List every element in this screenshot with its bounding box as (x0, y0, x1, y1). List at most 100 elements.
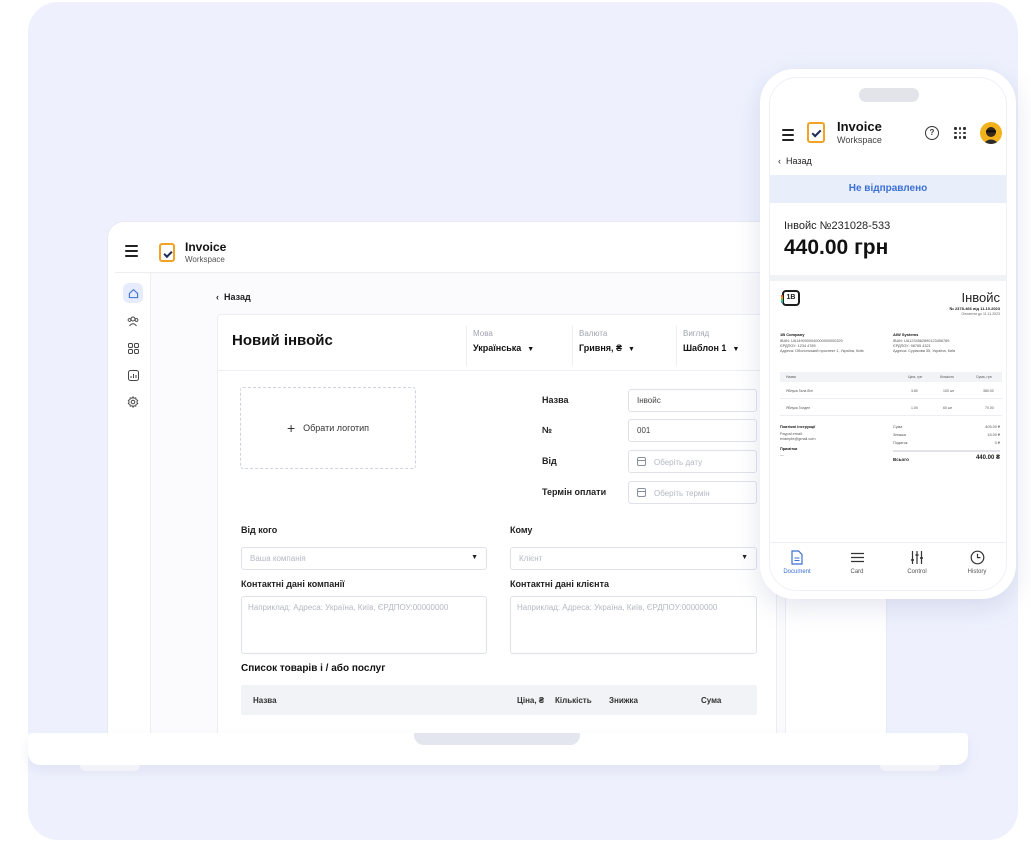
list-icon (832, 549, 882, 565)
summary-label: Знижка (893, 433, 906, 437)
users-icon[interactable] (123, 311, 143, 331)
bottom-tab-bar: Document Card Control History (770, 542, 1006, 590)
column-header: Сума (701, 696, 722, 705)
preview-due: Оплатити до 11.11.2023 (961, 312, 1000, 316)
back-link[interactable]: ‹ Назад (216, 292, 251, 302)
tab-card[interactable]: Card (832, 549, 882, 575)
brand-subtitle: Workspace (185, 255, 225, 264)
invoice-amount: 440.00 грн (784, 236, 889, 259)
client-contacts-textarea[interactable]: Наприклад: Адреса: Україна, Київ, ЄРДПОУ… (510, 596, 757, 654)
from-line: Адреса: Оболонський проспект 1, Україна,… (780, 349, 864, 353)
phone-frame: Invoice Workspace ? ‹ Назад Не відправле… (760, 69, 1016, 599)
apps-grid-icon[interactable] (954, 127, 966, 139)
preview-number: № 2378-466 від 11.10.2023 (949, 306, 1000, 311)
total-value: 440.00 ₴ (975, 455, 1000, 461)
document-icon (772, 549, 822, 565)
brand-title: Invoice (185, 240, 227, 254)
to-company: AIW Systems (893, 332, 919, 337)
back-link[interactable]: ‹ Назад (778, 156, 812, 166)
notes-value: — (780, 453, 784, 457)
currency-select[interactable]: Валюта Гривня, ₴ ▼ (572, 326, 672, 366)
laptop-foot (880, 765, 940, 771)
brand-subtitle: Workspace (837, 135, 882, 145)
page-title: Новий інвойс (232, 332, 333, 349)
laptop-camera-notch (465, 229, 543, 242)
due-label: Термін оплати (542, 487, 607, 497)
from-label: Від кого (241, 525, 278, 535)
calendar-icon (637, 488, 646, 497)
items-title: Список товарів і / або послуг (241, 663, 386, 674)
company-logo: 1B (781, 290, 800, 306)
invoice-logo-icon (807, 122, 825, 143)
settings-icon[interactable] (123, 392, 143, 412)
clock-icon (952, 549, 1002, 565)
invoice-logo-icon (159, 243, 175, 262)
sliders-icon (892, 549, 942, 565)
chevron-down-icon: ▼ (628, 346, 635, 353)
summary-label: Податок (893, 441, 908, 445)
home-icon[interactable] (123, 283, 143, 303)
language-select[interactable]: Мова Українська ▼ (466, 326, 568, 366)
menu-icon[interactable] (125, 245, 138, 260)
client-select[interactable]: Клієнт ▼ (510, 547, 757, 570)
payment-title: Платіжні інструкції (780, 425, 816, 429)
logo-upload-area[interactable]: + Обрати логотип (240, 387, 416, 469)
form-header: Новий інвойс Мова Українська ▼ Валюта Гри… (218, 315, 776, 371)
company-contacts-textarea[interactable]: Наприклад: Адреса: Україна, Київ, ЄРДПОУ… (241, 596, 487, 654)
table-row: Яблука Голден 1.00 60 шт 70.00 (780, 400, 1002, 416)
summary-value: 15.00 ₴ (987, 433, 1000, 437)
column-header: Ціна, ₴ (517, 696, 545, 705)
chevron-down-icon: ▼ (471, 554, 478, 561)
chevron-down-icon: ▼ (732, 346, 740, 353)
invoice-form: Новий інвойс Мова Українська ▼ Валюта Гри… (217, 314, 777, 735)
tab-document[interactable]: Document (772, 549, 822, 575)
notes-title: Примітки (780, 447, 798, 451)
apps-grid-icon[interactable] (123, 338, 143, 358)
name-label: Назва (542, 395, 569, 405)
invoice-preview[interactable]: 1B Інвойс № 2378-466 від 11.10.2023 Опла… (774, 284, 1006, 542)
from-line: ЄРДПОУ: 1234 4789 (780, 344, 816, 348)
from-company-select[interactable]: Ваша компанія ▼ (241, 547, 487, 570)
invoice-number: Інвойс №231028-533 (784, 220, 891, 232)
summary-label: Сума (893, 425, 903, 429)
number-field[interactable]: 001 (628, 419, 757, 442)
total-label: Всього (893, 457, 909, 462)
preview-table-header: Назва Ціна, грн Кількість Сума, грн (780, 372, 1002, 382)
column-header: Назва (253, 696, 277, 705)
laptop-opening-groove (414, 733, 580, 745)
brand-title: Invoice (837, 119, 882, 134)
name-field[interactable]: Інвойс (628, 389, 757, 412)
company-contacts-label: Контактні дані компанії (241, 579, 345, 589)
reports-icon[interactable] (123, 365, 143, 385)
status-banner: Не відправлено (770, 175, 1006, 203)
to-label: Кому (510, 525, 533, 535)
summary-divider (893, 450, 1000, 452)
to-line: Адреса: Сурикова 35, Україна, Київ (893, 349, 956, 353)
chevron-down-icon: ▼ (527, 346, 535, 353)
from-company: 1B Company (780, 332, 805, 337)
column-header: Знижка (609, 696, 638, 705)
payment-line: Paypal email: (780, 432, 803, 436)
chevron-down-icon: ▼ (741, 554, 748, 561)
sidebar (115, 273, 151, 735)
summary-value: 405.00 ₴ (985, 425, 1000, 429)
date-field[interactable]: Оберіть дату (628, 450, 757, 473)
menu-icon[interactable] (782, 129, 794, 144)
help-icon[interactable]: ? (925, 126, 939, 140)
to-line: IBAN: UA1234562890123456789 (893, 339, 950, 343)
avatar[interactable] (980, 122, 1002, 144)
payment-line: example@gmail.com (780, 437, 816, 441)
summary-value: 0 ₴ (994, 441, 1000, 445)
to-line: ЄРДПОУ: 98765 4321 (893, 344, 931, 348)
tab-control[interactable]: Control (892, 549, 942, 575)
due-date-field[interactable]: Оберіть термін (628, 481, 757, 504)
laptop-foot (80, 765, 140, 771)
items-table-header: Назва Ціна, ₴ Кількість Знижка Сума (241, 685, 757, 715)
plus-icon: + (286, 420, 296, 436)
date-label: Від (542, 456, 557, 466)
divider (770, 275, 1006, 281)
column-header: Кількість (555, 696, 592, 705)
preview-title: Інвойс (961, 290, 1000, 305)
from-line: IBAN: UA1490000040000000000320 (780, 339, 843, 343)
tab-history[interactable]: History (952, 549, 1002, 575)
